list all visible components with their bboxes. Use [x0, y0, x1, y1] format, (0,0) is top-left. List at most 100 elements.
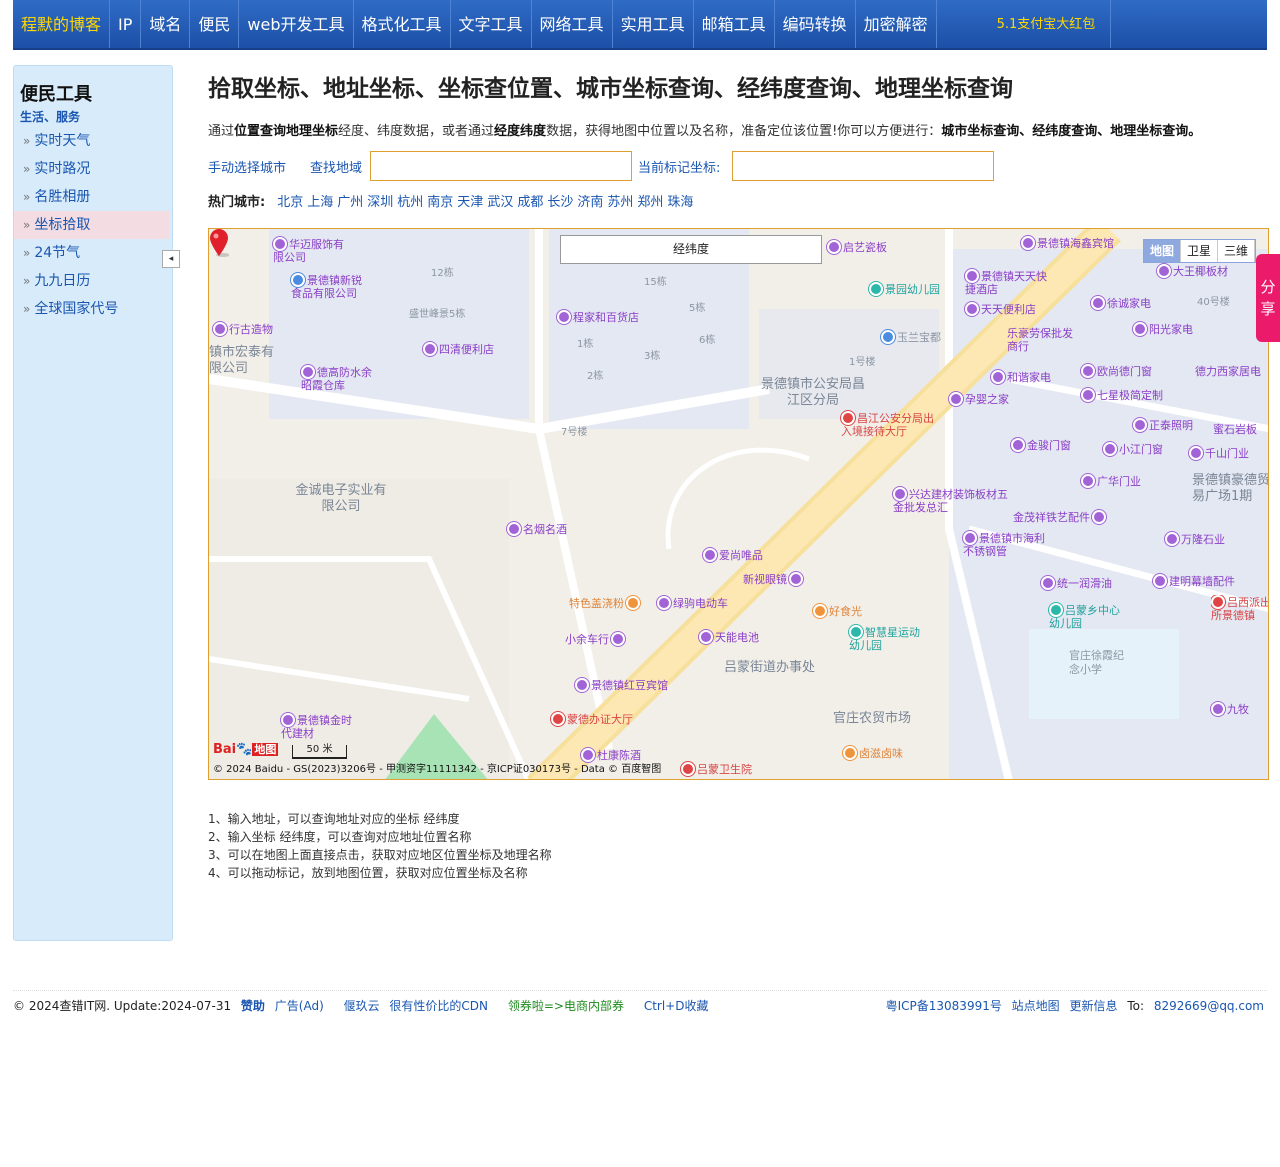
map-canvas[interactable]: 经纬度 地图 卫星 三维 景德镇市公安局昌江区分局 金诚电子实业有限公司 吕蒙街… [208, 228, 1269, 780]
email-link[interactable]: 8292669@qq.com [1154, 999, 1264, 1013]
icp-link[interactable]: 粤ICP备13083991号 [886, 999, 1002, 1013]
map-poi[interactable]: 爱尚唯品 [703, 547, 763, 563]
map-poi[interactable]: 孕婴之家 [949, 391, 1009, 407]
map-poi[interactable]: 启艺瓷板 [827, 239, 887, 255]
map-type-3d[interactable]: 三维 [1218, 240, 1255, 262]
sidebar-item-album[interactable]: » 名胜相册 [14, 183, 172, 211]
nav-brand[interactable]: 程默的博客 [13, 0, 111, 48]
nav-item-format[interactable]: 格式化工具 [354, 0, 451, 48]
hot-city-link[interactable]: 上海 [307, 191, 333, 210]
map-poi[interactable]: 智慧星运动幼儿园 [849, 625, 929, 652]
nav-promo[interactable]: 5.1支付宝大红包 [937, 0, 1111, 48]
hot-city-link[interactable]: 郑州 [637, 191, 663, 210]
map-poi[interactable]: 卤滋卤味 [843, 745, 903, 761]
map-poi[interactable]: 景德镇金时代建材 [281, 713, 361, 740]
map-poi[interactable]: 徐诚家电 [1091, 295, 1151, 311]
map-poi[interactable]: 绿驹电动车 [657, 595, 728, 611]
sidebar-item-calendar[interactable]: » 九九日历 [14, 267, 172, 295]
hot-city-link[interactable]: 珠海 [667, 191, 693, 210]
nav-item-domain[interactable]: 域名 [141, 0, 191, 48]
sidebar-item-country-codes[interactable]: » 全球国家代号 [14, 295, 172, 323]
updates-link[interactable]: 更新信息 [1070, 999, 1118, 1013]
hot-city-link[interactable]: 南京 [427, 191, 453, 210]
cdn-link[interactable]: 偃玖云 [344, 999, 380, 1013]
choose-city-link[interactable]: 手动选择城市 [208, 157, 286, 176]
cdn-desc-link[interactable]: 很有性价比的CDN [389, 999, 488, 1013]
map-poi[interactable]: 景德镇天天快捷酒店 [965, 269, 1055, 296]
sidebar-item-traffic[interactable]: » 实时路况 [14, 155, 172, 183]
map-poi[interactable]: 玉兰宝都 [881, 329, 941, 345]
map-poi[interactable]: 正泰照明 [1133, 417, 1193, 433]
sponsor-link[interactable]: 赞助 [241, 999, 265, 1013]
map-poi[interactable]: 吕蒙乡中心幼儿园 [1049, 603, 1129, 630]
map-poi[interactable]: 建明幕墙配件 [1153, 573, 1235, 589]
map-type-map[interactable]: 地图 [1143, 240, 1181, 262]
map-poi[interactable]: 小江门窗 [1103, 441, 1163, 457]
map-poi[interactable]: 小余车行 [565, 631, 627, 647]
map-poi[interactable]: 四清便利店 [423, 341, 494, 357]
map-poi[interactable]: 九牧 [1211, 701, 1249, 717]
map-poi[interactable]: 好食光 [813, 603, 862, 619]
hot-city-link[interactable]: 北京 [277, 191, 303, 210]
sidebar-collapse-button[interactable]: ◂ [162, 250, 180, 268]
hot-city-link[interactable]: 深圳 [367, 191, 393, 210]
map-poi[interactable]: 欧尚德门窗 [1081, 363, 1152, 379]
map-poi[interactable]: 特色盖浇粉 [569, 595, 642, 611]
nav-item-ip[interactable]: IP [110, 0, 142, 48]
map-poi[interactable]: 新视眼镜 [743, 571, 805, 587]
map-poi[interactable]: 景德镇海鑫宾馆 [1021, 235, 1114, 251]
sitemap-link[interactable]: 站点地图 [1012, 999, 1060, 1013]
map-poi[interactable]: 吕蒙卫生院 [681, 761, 752, 777]
map-poi[interactable]: 七星极简定制 [1081, 387, 1163, 403]
nav-item-crypto[interactable]: 加密解密 [856, 0, 937, 48]
sidebar-item-coord-picker[interactable]: » 坐标拾取 [14, 211, 169, 239]
map-poi[interactable]: 景园幼儿园 [869, 281, 940, 297]
map-poi[interactable]: 德力西家居电 [1195, 363, 1261, 379]
map-poi[interactable]: 大王椰板材 [1157, 263, 1228, 279]
map-poi[interactable]: 金骏门窗 [1011, 437, 1071, 453]
map-poi[interactable]: 阳光家电 [1133, 321, 1193, 337]
map-poi[interactable]: 天能电池 [699, 629, 759, 645]
share-button[interactable]: 分 享 [1256, 254, 1280, 342]
hot-city-link[interactable]: 长沙 [547, 191, 573, 210]
hot-city-link[interactable]: 成都 [517, 191, 543, 210]
hot-city-link[interactable]: 广州 [337, 191, 363, 210]
sidebar-item-weather[interactable]: » 实时天气 [14, 127, 172, 155]
map-poi[interactable]: 吕西派出所景德镇 [1211, 595, 1268, 623]
ad-link[interactable]: 广告(Ad) [275, 999, 324, 1013]
find-area-input[interactable] [370, 151, 633, 181]
map-poi[interactable]: 和谐家电 [991, 369, 1051, 385]
map-type-satellite[interactable]: 卫星 [1181, 240, 1218, 262]
map-poi[interactable]: 天天便利店 [965, 301, 1036, 317]
map-poi[interactable]: 金茂祥铁艺配件 [1013, 509, 1108, 525]
nav-item-convenience[interactable]: 便民 [190, 0, 240, 48]
map-poi[interactable]: 华迈服饰有限公司 [273, 237, 353, 264]
map-poi[interactable]: 千山门业 [1189, 445, 1249, 461]
map-poi[interactable]: 乐豪劳保批发商行 [1007, 327, 1077, 353]
hot-city-link[interactable]: 苏州 [607, 191, 633, 210]
map-poi[interactable]: 德高防水余昭霞仓库 [301, 365, 381, 392]
map-poi[interactable]: 万隆石业 [1165, 531, 1225, 547]
map-poi[interactable]: 景德镇市海利不锈钢管 [963, 531, 1053, 558]
map-poi[interactable]: 蒙德办证大厅 [551, 711, 633, 727]
map-poi[interactable]: 行古造物 [213, 321, 273, 337]
coupon-link[interactable]: 领券啦=>电商内部券 [508, 999, 624, 1013]
hot-city-link[interactable]: 天津 [457, 191, 483, 210]
nav-item-encoding[interactable]: 编码转换 [775, 0, 856, 48]
hot-city-link[interactable]: 武汉 [487, 191, 513, 210]
hot-city-link[interactable]: 济南 [577, 191, 603, 210]
nav-item-network[interactable]: 网络工具 [532, 0, 613, 48]
nav-item-email[interactable]: 邮箱工具 [694, 0, 775, 48]
map-poi[interactable]: 程家和百货店 [557, 309, 639, 325]
map-poi[interactable]: 昌江公安分局出入境接待大厅 [841, 411, 941, 438]
nav-item-text[interactable]: 文字工具 [451, 0, 532, 48]
sidebar-item-solar-terms[interactable]: » 24节气 [14, 239, 172, 267]
current-coord-input[interactable] [732, 151, 995, 181]
map-poi[interactable]: 景德镇红豆宾馆 [575, 677, 668, 693]
map-poi[interactable]: 蜜石岩板 [1213, 421, 1257, 437]
nav-item-utility[interactable]: 实用工具 [613, 0, 694, 48]
map-poi[interactable]: 名烟名酒 [507, 521, 567, 537]
map-poi[interactable]: 广华门业 [1081, 473, 1141, 489]
map-poi[interactable]: 兴达建材装饰板材五金批发总汇 [893, 487, 1013, 514]
location-marker-icon[interactable] [209, 229, 229, 257]
